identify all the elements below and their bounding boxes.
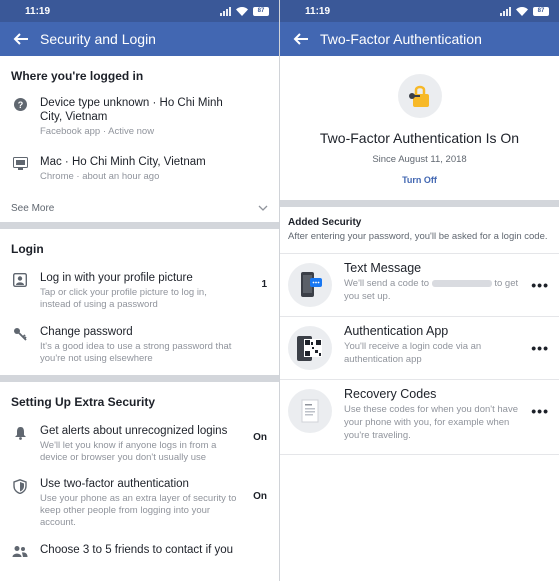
see-more-button[interactable]: See More — [0, 200, 279, 216]
added-security-title: Added Security — [288, 217, 362, 228]
change-password-row[interactable]: Change password It's a good idea to use … — [0, 325, 279, 365]
method-icon-badge — [288, 263, 332, 307]
section-divider — [280, 200, 559, 207]
login-section-title: Login — [11, 242, 44, 256]
profile-picture-login-row[interactable]: Log in with your profile picture Tap or … — [0, 271, 279, 311]
two-factor-status: On — [253, 491, 267, 502]
row-description: We'll let you know if anyone logs in fro… — [40, 440, 217, 463]
method-description-start: We'll send a code to — [344, 278, 430, 289]
authentication-app-method[interactable]: Authentication App You'll receive a logi… — [280, 316, 559, 379]
method-name: Recovery Codes — [344, 387, 437, 401]
bell-icon — [14, 427, 26, 440]
row-description: It's a good idea to use a strong passwor… — [40, 341, 232, 364]
added-security-description: After entering your password, you'll be … — [288, 231, 548, 242]
method-name: Text Message — [344, 261, 422, 275]
shield-icon — [13, 479, 27, 494]
battery-icon: 87 — [533, 6, 549, 16]
session-row[interactable]: ? Device type unknown · Ho Chi Minh City… — [0, 96, 279, 138]
row-description: Use your phone as an extra layer of secu… — [40, 493, 237, 528]
more-options-button[interactable]: ••• — [531, 403, 549, 419]
lock-key-icon — [408, 85, 429, 107]
row-title: Change password — [40, 326, 133, 338]
row-description: Tap or click your profile picture to log… — [40, 287, 207, 310]
two-factor-status-title: Two-Factor Authentication Is On — [319, 130, 520, 146]
login-alerts-status: On — [253, 432, 267, 443]
session-detail: Facebook app · Active now — [40, 126, 155, 137]
profile-picture-icon — [13, 273, 27, 287]
extra-security-section-title: Setting Up Extra Security — [11, 395, 156, 409]
qr-code-icon — [297, 336, 322, 361]
phone-sms-icon — [301, 272, 322, 297]
turn-off-button[interactable]: Turn Off — [402, 175, 437, 185]
method-name: Authentication App — [344, 324, 449, 338]
status-time: 11:19 — [25, 5, 51, 17]
session-device: Device type unknown · Ho Chi Minh City, … — [40, 97, 223, 123]
method-icon-badge — [288, 326, 332, 370]
two-factor-since: Since August 11, 2018 — [372, 154, 467, 165]
more-options-button[interactable]: ••• — [531, 277, 549, 293]
session-device: Mac · Ho Chi Minh City, Vietnam — [40, 156, 206, 168]
unrecognized-login-alerts-row[interactable]: Get alerts about unrecognized logins We'… — [0, 424, 279, 464]
more-options-button[interactable]: ••• — [531, 340, 549, 356]
trusted-contacts-row[interactable]: Choose 3 to 5 friends to contact if you — [0, 543, 279, 558]
method-description: Use these codes for when you don't have … — [344, 404, 518, 441]
friends-icon — [12, 546, 28, 557]
desktop-icon — [12, 157, 28, 170]
row-title: Choose 3 to 5 friends to contact if you — [40, 544, 234, 556]
wifi-icon — [516, 6, 528, 16]
session-detail: Chrome · about an hour ago — [40, 171, 160, 182]
see-more-label: See More — [11, 202, 55, 214]
app-bar: Security and Login — [0, 22, 279, 56]
back-arrow-icon[interactable] — [12, 30, 30, 48]
question-icon: ? — [13, 98, 27, 111]
status-time: 11:19 — [305, 5, 331, 17]
document-icon — [301, 399, 319, 423]
row-title: Use two-factor authentication — [40, 478, 189, 490]
status-bar: 11:19 87 — [280, 0, 559, 22]
section-divider — [0, 222, 279, 229]
added-security-section: Added Security After entering your passw… — [280, 207, 559, 243]
svg-text:?: ? — [17, 100, 23, 110]
method-description: You'll receive a login code via an authe… — [344, 341, 482, 365]
row-title: Log in with your profile picture — [40, 272, 193, 284]
logged-in-section-title: Where you're logged in — [11, 69, 144, 83]
page-title: Two-Factor Authentication — [320, 31, 482, 47]
signal-icon — [500, 6, 511, 16]
chevron-down-icon — [258, 205, 268, 211]
key-icon — [14, 328, 27, 341]
method-description: We'll send a code to to get you set up. — [344, 277, 523, 303]
profile-picture-count: 1 — [261, 279, 267, 290]
status-bar: 11:19 87 — [0, 0, 279, 22]
app-bar: Two-Factor Authentication — [280, 22, 559, 56]
page-title: Security and Login — [40, 31, 156, 47]
method-icon-badge — [288, 389, 332, 433]
lock-badge — [397, 74, 442, 118]
recovery-codes-method[interactable]: Recovery Codes Use these codes for when … — [280, 379, 559, 455]
security-and-login-screen: 11:19 87 Security and Login Where you're… — [0, 0, 279, 581]
wifi-icon — [236, 6, 248, 16]
redacted-phone — [431, 279, 492, 287]
section-divider — [0, 375, 279, 382]
two-factor-screen: 11:19 87 Two-Factor Authentication Two-F… — [280, 0, 559, 581]
two-factor-row[interactable]: Use two-factor authentication Use your p… — [0, 477, 279, 529]
two-factor-header: Two-Factor Authentication Is On Since Au… — [280, 56, 559, 185]
row-title: Get alerts about unrecognized logins — [40, 425, 228, 437]
back-arrow-icon[interactable] — [292, 30, 310, 48]
text-message-method[interactable]: Text Message We'll send a code to to get… — [280, 253, 559, 316]
session-row[interactable]: Mac · Ho Chi Minh City, Vietnam Chrome ·… — [0, 155, 279, 183]
signal-icon — [220, 6, 231, 16]
battery-icon: 87 — [253, 6, 269, 16]
